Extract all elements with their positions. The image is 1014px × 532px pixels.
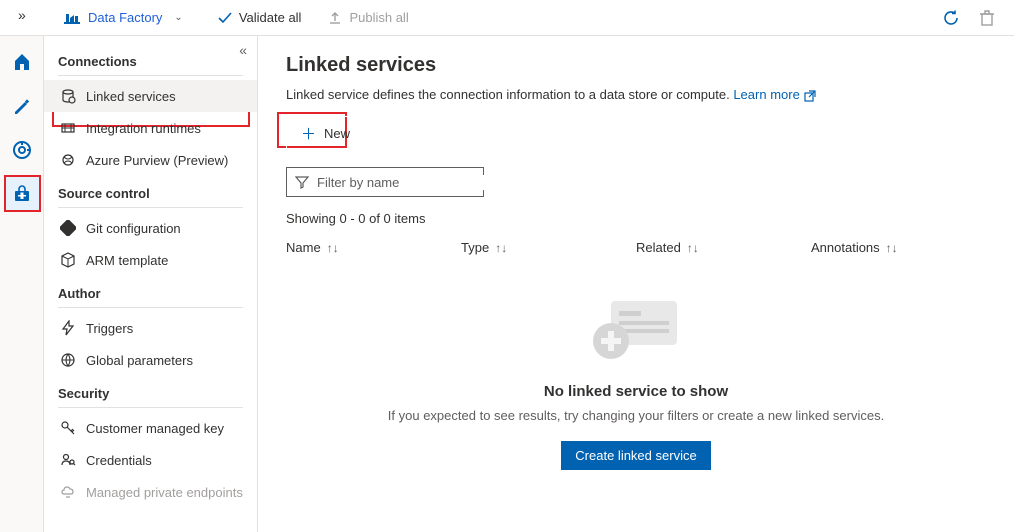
sidebar-item-triggers[interactable]: Triggers [44, 312, 257, 344]
data-factory-picker[interactable]: Data Factory ⌄ [56, 6, 191, 30]
sidebar-item-git-configuration[interactable]: Git configuration [44, 212, 257, 244]
checkmark-icon [217, 10, 233, 26]
new-button-label: New [324, 126, 350, 141]
chevron-down-icon: ⌄ [174, 12, 182, 23]
sort-icon: ↑↓ [495, 241, 507, 255]
triggers-icon [60, 320, 76, 336]
section-security-title: Security [58, 386, 243, 408]
filter-icon [295, 175, 309, 189]
rail-manage[interactable] [4, 176, 40, 212]
sort-icon: ↑↓ [327, 241, 339, 255]
sidebar-item-integration-runtimes[interactable]: Integration runtimes [44, 112, 257, 144]
plus-icon: ＋ [301, 123, 316, 144]
filter-box[interactable] [286, 167, 484, 197]
external-link-icon [804, 90, 816, 102]
section-connections-title: Connections [58, 54, 243, 76]
integration-runtimes-icon [60, 120, 76, 136]
publish-all-label: Publish all [349, 10, 408, 25]
empty-state-title: No linked service to show [544, 383, 728, 400]
sidebar-item-azure-purview[interactable]: Azure Purview (Preview) [44, 144, 257, 176]
navigation-rail [0, 36, 44, 532]
empty-state-illustration [581, 289, 691, 369]
table-header: Name↑↓ Type↑↓ Related↑↓ Annotations↑↓ [286, 240, 986, 263]
sidebar-item-label: Global parameters [86, 353, 193, 368]
validate-all-label: Validate all [239, 10, 302, 25]
column-type[interactable]: Type↑↓ [461, 240, 636, 255]
page-description: Linked service defines the connection in… [286, 87, 986, 102]
sidebar-item-label: Managed private endpoints [86, 485, 243, 500]
manage-sidebar: « Connections Linked services Integratio… [44, 36, 258, 532]
top-command-bar: Data Factory ⌄ Validate all Publish all [0, 0, 1014, 36]
section-source-control-title: Source control [58, 186, 243, 208]
sidebar-item-label: Git configuration [86, 221, 181, 236]
showing-count: Showing 0 - 0 of 0 items [286, 211, 986, 226]
filter-input[interactable] [317, 175, 493, 190]
sidebar-item-label: Triggers [86, 321, 133, 336]
validate-all-button[interactable]: Validate all [217, 10, 302, 26]
sidebar-item-managed-private-endpoints: Managed private endpoints [44, 476, 257, 508]
rail-author[interactable] [4, 88, 40, 124]
sort-icon: ↑↓ [886, 241, 898, 255]
sidebar-item-customer-managed-key[interactable]: Customer managed key [44, 412, 257, 444]
sidebar-item-label: ARM template [86, 253, 168, 268]
purview-icon [60, 152, 76, 168]
arm-template-icon [60, 252, 76, 268]
sidebar-item-label: Integration runtimes [86, 121, 201, 136]
expand-chevrons-icon[interactable]: » [18, 7, 26, 23]
sidebar-item-label: Customer managed key [86, 421, 224, 436]
section-author-title: Author [58, 286, 243, 308]
data-factory-icon [64, 10, 80, 26]
sidebar-item-label: Credentials [86, 453, 152, 468]
data-factory-label: Data Factory [88, 10, 162, 25]
sidebar-item-credentials[interactable]: Credentials [44, 444, 257, 476]
collapse-sidebar-icon[interactable]: « [239, 42, 247, 58]
learn-more-link[interactable]: Learn more [733, 87, 815, 102]
main-content: Linked services Linked service defines t… [258, 36, 1014, 532]
sidebar-item-arm-template[interactable]: ARM template [44, 244, 257, 276]
new-button[interactable]: ＋ New [286, 116, 365, 151]
refresh-icon[interactable] [942, 9, 960, 27]
upload-icon [327, 10, 343, 26]
global-parameters-icon [60, 352, 76, 368]
empty-state: No linked service to show If you expecte… [286, 289, 986, 470]
rail-monitor[interactable] [4, 132, 40, 168]
publish-all-button: Publish all [327, 10, 408, 26]
page-title: Linked services [286, 54, 986, 77]
rail-home[interactable] [4, 44, 40, 80]
credentials-icon [60, 452, 76, 468]
sidebar-item-global-parameters[interactable]: Global parameters [44, 344, 257, 376]
discard-icon [978, 9, 996, 27]
sort-icon: ↑↓ [687, 241, 699, 255]
key-icon [60, 420, 76, 436]
create-linked-service-button[interactable]: Create linked service [561, 441, 710, 470]
sidebar-item-label: Linked services [86, 89, 176, 104]
endpoints-icon [60, 484, 76, 500]
sidebar-item-label: Azure Purview (Preview) [86, 153, 228, 168]
empty-state-subtitle: If you expected to see results, try chan… [388, 408, 884, 423]
column-name[interactable]: Name↑↓ [286, 240, 461, 255]
column-annotations[interactable]: Annotations↑↓ [811, 240, 986, 255]
linked-services-icon [60, 88, 76, 104]
git-icon [60, 220, 76, 236]
column-related[interactable]: Related↑↓ [636, 240, 811, 255]
sidebar-item-linked-services[interactable]: Linked services [44, 80, 257, 112]
